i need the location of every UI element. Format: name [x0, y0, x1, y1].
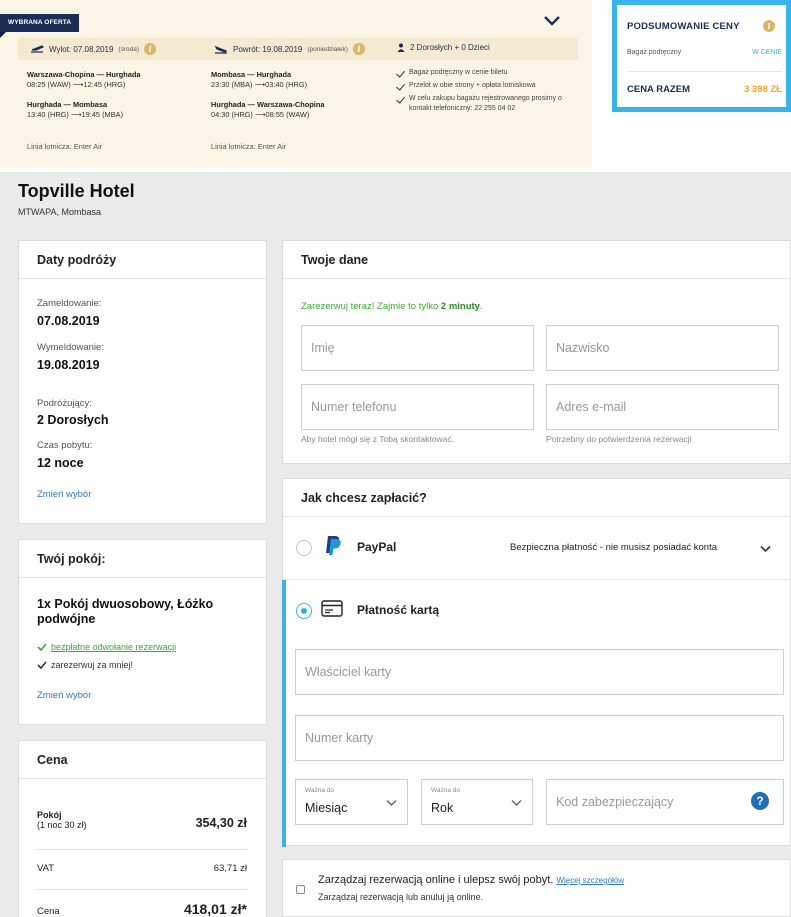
more-details-link[interactable]: Więcej szczegółów	[556, 876, 624, 885]
info-icon[interactable]: i	[763, 20, 775, 32]
plane-takeoff-icon	[31, 44, 44, 53]
travellers-count: 2 Dorosłych + 0 Dzieci	[410, 43, 490, 52]
travellers-header: 2 Dorosłych + 0 Dzieci	[397, 43, 490, 52]
return-leg-1: Mombasa — Hurghada 23:30 (MBA) ⟶03:40 (HR…	[211, 70, 308, 89]
outbound-day: (środa)	[118, 45, 140, 53]
divider	[627, 71, 782, 72]
last-name-field[interactable]: Nazwisko	[546, 325, 779, 371]
baggage-row: Bagaż podręczny W CENIE	[627, 49, 782, 56]
travel-dates-card: Daty podróży Zameldowanie: 07.08.2019 Wy…	[18, 240, 267, 524]
first-name-field[interactable]: Imię	[301, 325, 534, 371]
chevron-down-icon[interactable]	[543, 14, 561, 28]
chevron-down-icon	[511, 800, 522, 806]
card-number-field[interactable]: Numer karty	[295, 715, 784, 761]
list-item: Bagaż podręczny w cenie biletu	[397, 68, 577, 78]
paypal-label: PayPal	[357, 540, 397, 554]
promo-text: Zarezerwuj teraz! Zajmie to tylko 2 minu…	[301, 301, 483, 312]
your-data-card: Twoje dane Zarezerwuj teraz! Zajmie to t…	[282, 240, 791, 464]
return-date: Powrót: 19.08.2019	[233, 44, 303, 54]
hotel-name: Topville Hotel	[18, 181, 135, 201]
price-summary-box: PODSUMOWANIE CENY i Bagaż podręczny W CE…	[612, 0, 791, 112]
check-icon	[37, 643, 47, 651]
price-summary-title: PODSUMOWANIE CENY	[627, 21, 740, 32]
total-row: Cena 418,01 zł*	[37, 901, 247, 917]
credit-card-icon	[321, 600, 343, 617]
email-hint: Potrzebny do potwierdzenia rezerwacji	[546, 434, 692, 444]
outbound-leg-1: Warszawa-Chopina — Hurghada 08:25 (WAW) ⟶…	[27, 70, 141, 89]
paypal-radio[interactable]	[296, 540, 312, 556]
selected-offer-panel: WYBRANA OFERTA Wylot: 07.08.2019 (środa)…	[0, 0, 592, 168]
stay-length: 12 noce	[37, 456, 84, 470]
manage-reservation-box: Zarządzaj rezerwacją online i ulepsz swó…	[282, 859, 791, 917]
paypal-icon	[326, 536, 341, 555]
check-icon	[37, 661, 47, 669]
plane-landing-icon	[214, 45, 228, 54]
return-leg-2: Hurghada — Warszawa-Chopina 04:30 (HRG) ⟶…	[211, 100, 325, 119]
help-icon[interactable]: ?	[751, 792, 769, 810]
payment-card: Jak chcesz zapłacić? PayPal Bezpieczna p…	[282, 478, 791, 847]
vat-row: VAT 63,71 zł	[37, 863, 247, 874]
change-selection-link[interactable]: Zmień wybór	[37, 690, 91, 701]
change-selection-link[interactable]: Zmień wybór	[37, 489, 91, 500]
info-icon[interactable]: i	[352, 43, 365, 55]
outbound-date: Wylot: 07.08.2019	[49, 44, 114, 54]
room-description: 1x Pokój dwuosobowy, Łóżko podwójne	[37, 597, 214, 626]
phone-hint: Aby hotel mógł się z Tobą skontaktować.	[301, 434, 454, 444]
list-item: W celu zakupu bagażu rejestrowanego pros…	[397, 94, 577, 114]
card-payment-label: Płatność kartą	[357, 603, 440, 617]
reserve-later-note: zarezerwuj za mniej!	[37, 660, 133, 670]
manage-online-checkbox[interactable]	[296, 885, 305, 894]
total-price-row: CENA RAZEM 3 398 ZŁ	[627, 84, 782, 95]
expiry-year-select[interactable]: Ważna do Rok	[421, 779, 533, 825]
return-day: (poniedziałek)	[307, 45, 348, 53]
checkout-date: 19.08.2019	[37, 358, 100, 372]
free-cancellation-link[interactable]: bezpłatne odwołanie rezerwacji	[37, 642, 176, 652]
divider	[37, 889, 247, 890]
selected-indicator	[282, 580, 286, 847]
manage-title: Zarządzaj rezerwacją online i ulepsz swó…	[318, 874, 625, 886]
outbound-airline: Linia lotnicza: Enter Air	[27, 142, 103, 151]
phone-field[interactable]: Numer telefonu	[301, 384, 534, 430]
return-airline: Linia lotnicza: Enter Air	[211, 142, 287, 151]
checkin-date: 07.08.2019	[37, 314, 100, 328]
card-title: Cena	[19, 741, 266, 779]
info-icon[interactable]: i	[144, 43, 157, 55]
outbound-leg-2: Hurghada — Mombasa 13:40 (HRG) ⟶19:45 (MB…	[27, 100, 124, 119]
person-icon	[397, 43, 405, 52]
paypal-note: Bezpieczna płatność - nie musisz posiada…	[510, 542, 718, 553]
price-card: Cena Pokój (1 noc 30 zł) 354,30 zł VAT 6…	[18, 740, 267, 917]
room-card: Twój pokój: 1x Pokój dwuosobowy, Łóżko p…	[18, 539, 267, 725]
expiry-month-select[interactable]: Ważna do Miesiąc	[295, 779, 408, 825]
card-title: Daty podróży	[19, 241, 266, 279]
outbound-header: Wylot: 07.08.2019 (środa) i	[30, 43, 157, 55]
card-title: Twoje dane	[283, 241, 790, 279]
security-code-field[interactable]: Kod zabezpieczający	[546, 779, 784, 825]
paypal-option[interactable]: PayPal Bezpieczna płatność - nie musisz …	[283, 517, 790, 580]
card-title: Twój pokój:	[19, 540, 266, 578]
travellers-value: 2 Dorosłych	[37, 413, 109, 427]
card-title: Jak chcesz zapłacić?	[283, 479, 790, 517]
selected-offer-ribbon: WYBRANA OFERTA	[0, 14, 80, 38]
room-price-row: Pokój (1 noc 30 zł) 354,30 zł	[37, 810, 247, 830]
email-field[interactable]: Adres e-mail	[546, 384, 779, 430]
baggage-notes: Bagaż podręczny w cenie biletu Przelot w…	[397, 68, 577, 117]
divider	[37, 849, 247, 850]
hotel-location: MTWAPA, Mombasa	[18, 207, 102, 217]
manage-sub: Zarządzaj rezerwacją lub anuluj ją onlin…	[318, 892, 484, 902]
chevron-down-icon	[386, 800, 397, 806]
card-owner-field[interactable]: Właściciel karty	[295, 649, 784, 695]
list-item: Przelot w obie strony + opłata lotniskow…	[397, 81, 577, 91]
return-header: Powrót: 19.08.2019 (poniedziałek) i	[214, 43, 365, 55]
chevron-down-icon[interactable]	[760, 545, 771, 553]
card-radio[interactable]	[296, 603, 312, 619]
